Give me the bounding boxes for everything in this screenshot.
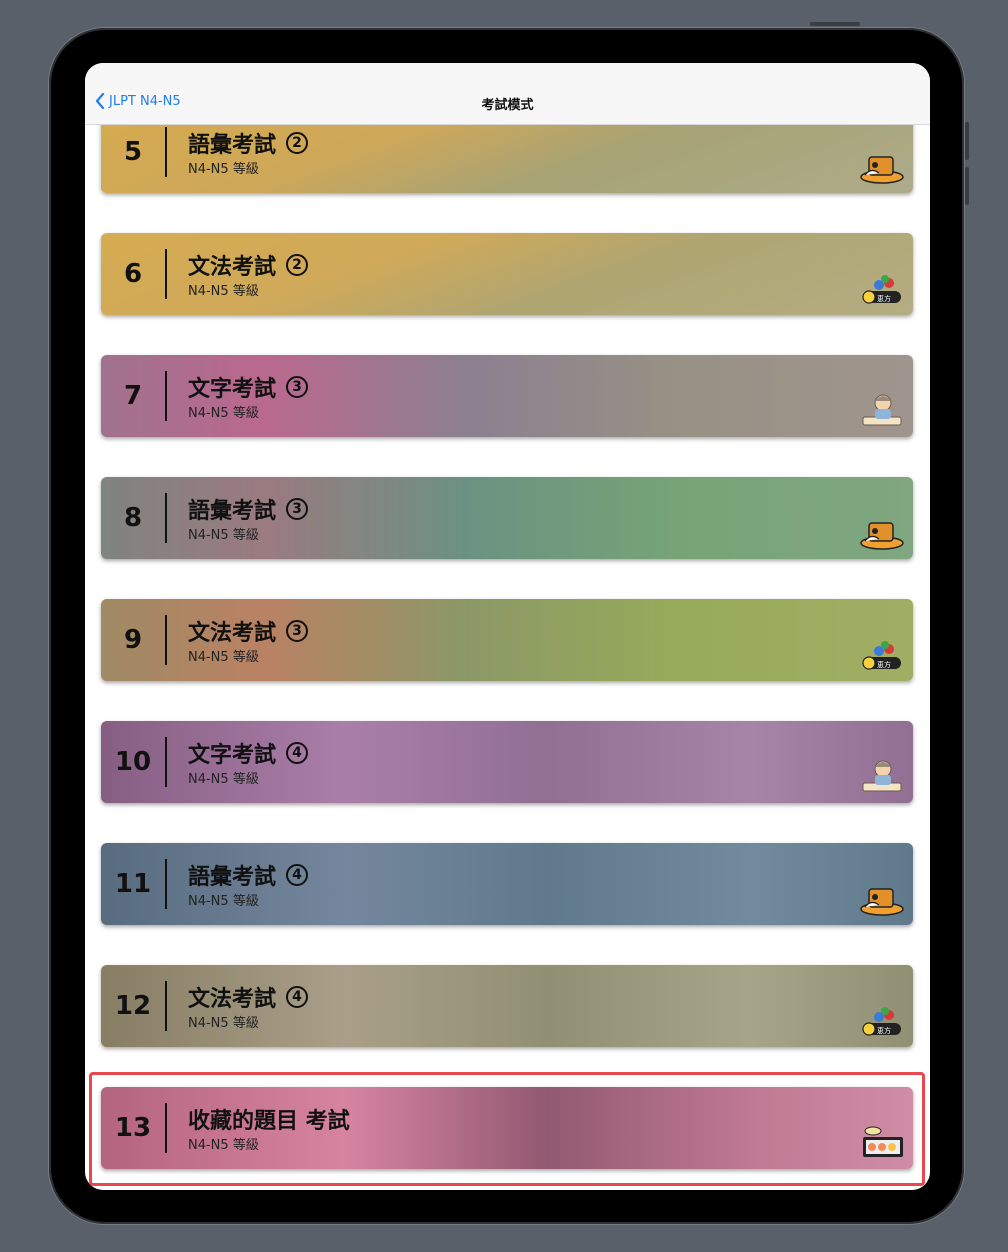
exam-level: N4-N5 等級 bbox=[188, 894, 259, 909]
app-screen: JLPT N4-N5 考試模式 5 語彙考試 2 N4-N5 等級 6 文法考試 2 N4-N… bbox=[85, 63, 930, 1190]
round-badge: 3 bbox=[286, 376, 309, 398]
exam-level: N4-N5 等級 bbox=[188, 772, 259, 787]
page-title: 考試模式 bbox=[481, 98, 534, 113]
exam-title-group: 文法考試 4 bbox=[188, 981, 309, 1013]
exam-level: N4-N5 等級 bbox=[188, 650, 259, 665]
exam-number: 5 bbox=[123, 137, 143, 167]
exam-title: 語彙考試 bbox=[188, 865, 277, 890]
clay-pot-icon bbox=[860, 888, 904, 916]
exam-row[interactable]: 9 文法考試 3 N4-N5 等級恵方 bbox=[101, 599, 913, 681]
row-divider bbox=[165, 737, 167, 787]
exam-row[interactable]: 8 語彙考試 3 N4-N5 等級 bbox=[101, 477, 913, 559]
exam-row[interactable]: 11 語彙考試 4 N4-N5 等級 bbox=[101, 843, 913, 925]
exam-title: 語彙考試 bbox=[188, 133, 277, 158]
ehomaki-icon: 恵方 bbox=[862, 275, 901, 304]
exam-row[interactable]: 12 文法考試 4 N4-N5 等級恵方 bbox=[101, 965, 913, 1047]
row-divider bbox=[165, 371, 167, 421]
exam-title-group: 語彙考試 3 bbox=[188, 493, 309, 525]
row-divider bbox=[165, 249, 167, 299]
exam-number: 7 bbox=[123, 381, 143, 411]
exam-level: N4-N5 等級 bbox=[188, 284, 259, 299]
exam-level: N4-N5 等級 bbox=[188, 406, 259, 421]
round-badge: 2 bbox=[286, 254, 309, 276]
clay-pot-icon bbox=[860, 156, 904, 184]
exam-title: 文字考試 bbox=[188, 377, 277, 402]
exam-title: 語彙考試 bbox=[188, 499, 277, 524]
volume-up-button bbox=[965, 122, 969, 160]
exam-list[interactable]: 5 語彙考試 2 N4-N5 等級 6 文法考試 2 N4-N5 等級 恵方 7 文字考試 3 N4-N… bbox=[85, 125, 930, 1190]
exam-number: 11 bbox=[114, 869, 152, 899]
exam-title: 文法考試 bbox=[188, 987, 277, 1012]
exam-title-group: 文字考試 4 bbox=[188, 737, 309, 769]
exam-level: N4-N5 等級 bbox=[188, 1016, 259, 1031]
round-badge: 3 bbox=[286, 498, 309, 520]
round-badge: 3 bbox=[286, 620, 309, 642]
row-divider bbox=[165, 493, 167, 543]
round-badge: 2 bbox=[286, 132, 309, 154]
ehomaki-icon: 恵方 bbox=[862, 641, 901, 670]
row-divider bbox=[165, 981, 167, 1031]
exam-title-group: 文法考試 2 bbox=[188, 249, 309, 281]
svg-text:恵方: 恵方 bbox=[877, 294, 891, 303]
exam-row[interactable]: 7 文字考試 3 N4-N5 等級 bbox=[101, 355, 913, 437]
round-badge: 4 bbox=[286, 742, 309, 764]
exam-title-group: 語彙考試 4 bbox=[188, 859, 309, 891]
exam-number: 12 bbox=[114, 991, 152, 1021]
exam-title: 文法考試 bbox=[188, 621, 277, 646]
exam-row[interactable]: 10 文字考試 4 N4-N5 等級 bbox=[101, 721, 913, 803]
exam-title-group: 文字考試 3 bbox=[188, 371, 309, 403]
selection-highlight bbox=[89, 1072, 925, 1186]
round-badge: 4 bbox=[286, 986, 309, 1008]
exam-number: 9 bbox=[123, 625, 143, 655]
exam-title-group: 語彙考試 2 bbox=[188, 127, 309, 159]
svg-text:恵方: 恵方 bbox=[877, 1026, 891, 1035]
exam-level: N4-N5 等級 bbox=[188, 162, 259, 177]
exam-title-group: 文法考試 3 bbox=[188, 615, 309, 647]
clay-pot-icon bbox=[860, 522, 904, 550]
row-divider bbox=[165, 615, 167, 665]
exam-number: 10 bbox=[114, 747, 152, 777]
navigation-bar: JLPT N4-N5 考試模式 bbox=[85, 63, 930, 125]
exam-level: N4-N5 等級 bbox=[188, 528, 259, 543]
exam-row[interactable]: 5 語彙考試 2 N4-N5 等級 bbox=[101, 125, 913, 193]
exam-number: 6 bbox=[123, 259, 143, 289]
top-button bbox=[810, 22, 860, 26]
exam-title: 文字考試 bbox=[188, 743, 277, 768]
round-badge: 4 bbox=[286, 864, 309, 886]
row-divider bbox=[165, 127, 167, 177]
exam-row[interactable]: 6 文法考試 2 N4-N5 等級恵方 bbox=[101, 233, 913, 315]
exam-number: 8 bbox=[123, 503, 143, 533]
student-writing-icon bbox=[862, 760, 902, 792]
ehomaki-icon: 恵方 bbox=[862, 1007, 901, 1036]
svg-text:恵方: 恵方 bbox=[877, 660, 891, 669]
student-writing-icon bbox=[862, 394, 902, 426]
row-divider bbox=[165, 859, 167, 909]
volume-down-button bbox=[965, 167, 969, 205]
exam-title: 文法考試 bbox=[188, 255, 277, 280]
